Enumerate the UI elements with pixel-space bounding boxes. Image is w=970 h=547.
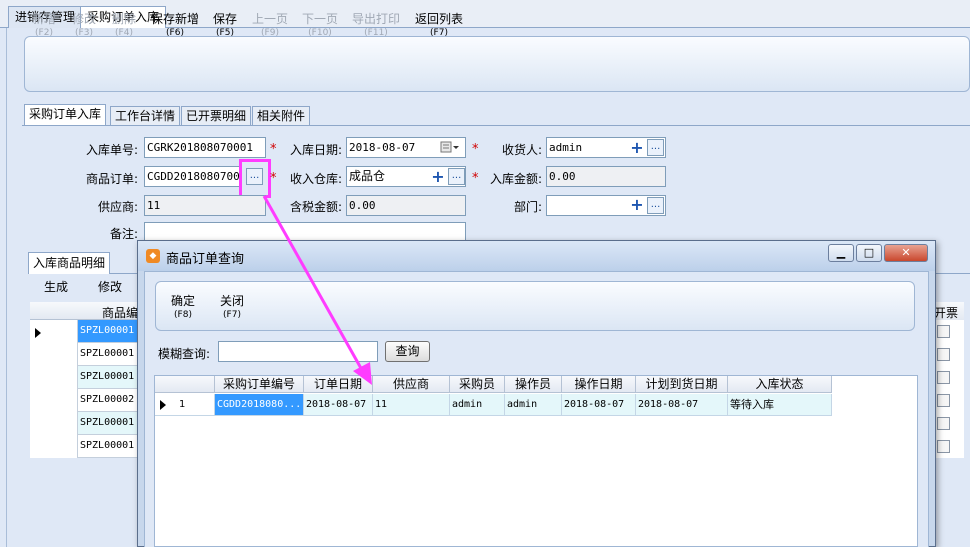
annotation-arrow [262, 195, 372, 385]
